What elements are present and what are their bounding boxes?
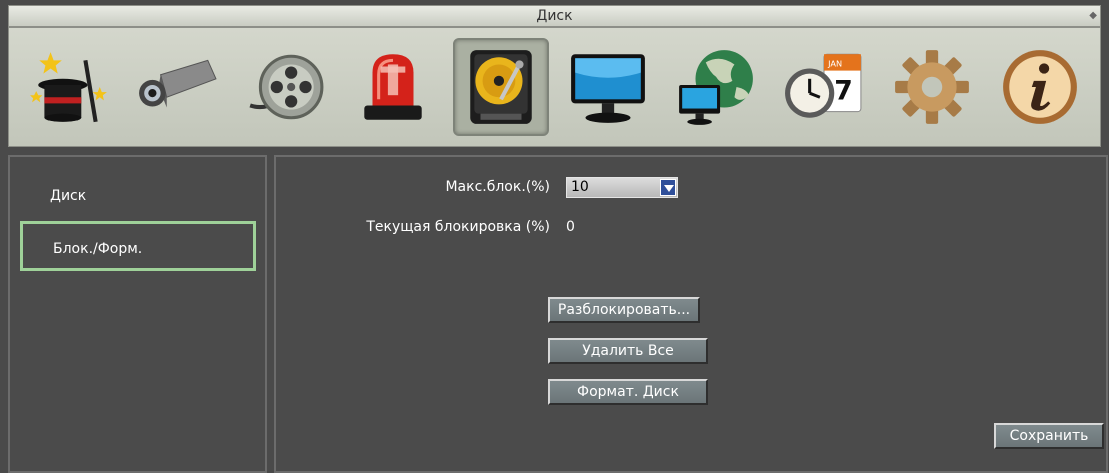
sidebar-item-disk[interactable]: Диск	[20, 171, 256, 221]
sidebar-item-lock-format[interactable]: Блок./Форм.	[20, 221, 256, 271]
clock-calendar-icon: JAN 7	[785, 53, 862, 118]
toolbar-wizard[interactable]	[21, 38, 117, 136]
chevron-down-icon[interactable]	[660, 179, 676, 196]
hard-disk-icon	[469, 50, 532, 124]
info-icon	[1003, 50, 1077, 124]
network-globe-icon	[679, 50, 754, 125]
toolbar-display[interactable]	[560, 38, 656, 136]
max-lock-value: 10	[571, 179, 589, 195]
current-lock-value: 0	[566, 219, 575, 235]
sidebar-item-label: Диск	[50, 188, 87, 204]
max-lock-select[interactable]: 10	[566, 177, 678, 198]
calendar-month: JAN	[827, 59, 842, 69]
toolbar-camera[interactable]	[129, 38, 225, 136]
save-button[interactable]: Сохранить	[994, 423, 1104, 449]
film-reel-icon	[249, 54, 324, 120]
current-lock-label: Текущая блокировка (%)	[366, 219, 550, 235]
sidebar-item-label: Блок./Форм.	[53, 241, 143, 257]
format-disk-button[interactable]: Формат. Диск	[548, 379, 708, 405]
monitor-icon	[571, 54, 646, 123]
window-title: Диск	[536, 8, 573, 24]
delete-all-button[interactable]: Удалить Все	[548, 338, 708, 364]
window-title-bar: Диск ◆	[8, 5, 1101, 27]
toolbar-time[interactable]: JAN 7	[776, 38, 872, 136]
gear-icon	[895, 50, 969, 124]
pin-icon[interactable]: ◆	[1089, 6, 1097, 26]
toolbar-disk[interactable]	[452, 38, 549, 136]
main-panel: Макс.блок.(%) 10 Текущая блокировка (%) …	[274, 155, 1108, 473]
toolbar-playback[interactable]	[237, 38, 333, 136]
calendar-day: 7	[834, 75, 853, 106]
alarm-siren-icon	[363, 54, 422, 120]
max-lock-label: Макс.блок.(%)	[445, 179, 550, 195]
unlock-button[interactable]: Разблокировать...	[548, 297, 700, 323]
toolbar-settings[interactable]	[884, 38, 980, 136]
camera-icon	[138, 59, 217, 108]
toolbar-network[interactable]	[668, 38, 764, 136]
toolbar-info[interactable]	[992, 38, 1088, 136]
sidebar: Диск Блок./Форм.	[8, 155, 267, 473]
main-toolbar: JAN 7	[8, 27, 1101, 147]
toolbar-alarm[interactable]	[345, 38, 441, 136]
wizard-hat-icon	[29, 52, 107, 123]
